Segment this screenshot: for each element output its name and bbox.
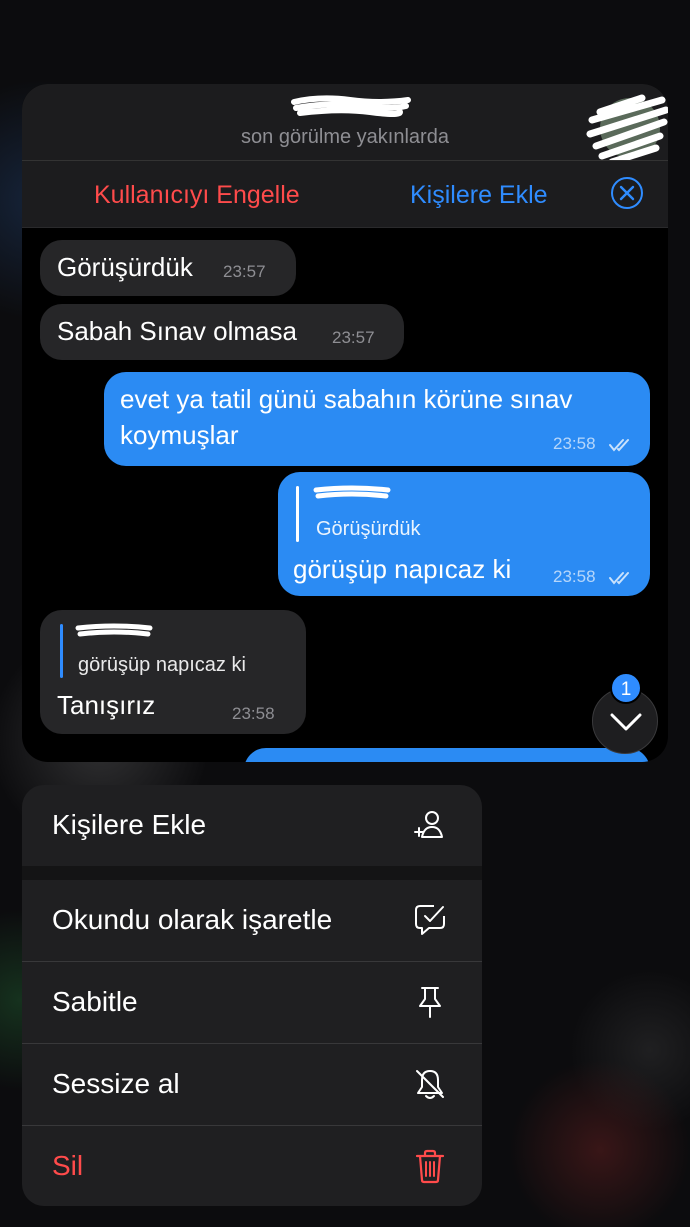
message-text: Sabah Sınav olmasa [57,316,297,346]
menu-item-mute[interactable]: Sessize al [22,1044,482,1125]
redacted-reply-author-scribble [75,623,153,637]
message-time: 23:57 [332,328,375,347]
add-contact-icon [414,811,443,838]
redacted-reply-author-scribble [313,485,391,499]
incoming-reply-message[interactable]: görüşüp napıcaz ki Tanışırız 23:58 [40,610,306,734]
menu-item-label: Sabitle [52,986,138,1017]
close-icon[interactable] [610,176,644,210]
menu-item-add-contact[interactable]: Kişilere Ekle [22,785,482,866]
add-to-contacts-button[interactable]: Kişilere Ekle [410,181,548,210]
read-receipt-icon [609,439,629,452]
contact-action-bar: Kullanıcıyı Engelle Kişilere Ekle [22,160,668,228]
message-list[interactable]: Görüşürdük 23:57 Sabah Sınav olmasa 23:5… [22,228,668,762]
last-seen-status: son görülme yakınlarda [241,126,449,148]
menu-item-label: Kişilere Ekle [52,809,207,840]
menu-item-label: Sil [52,1150,84,1181]
read-receipt-icon [609,572,629,585]
context-menu: Kişilere Ekle Okundu olarak işaretle Sab… [22,785,482,1206]
menu-item-delete[interactable]: Sil [22,1126,482,1206]
message-text: Görüşürdük [57,252,193,282]
mute-icon [416,1070,444,1099]
mark-read-icon [415,905,445,935]
block-user-button[interactable]: Kullanıcıyı Engelle [94,181,300,210]
chat-preview[interactable]: son görülme yakınlarda Kullanıcıyı Engel… [22,84,668,762]
outgoing-message-partial[interactable] [244,748,650,762]
menu-item-label: Sessize al [52,1068,180,1099]
message-text: Tanışırız [57,690,156,720]
reply-quote-bar [60,624,63,678]
incoming-message[interactable]: Sabah Sınav olmasa 23:57 [40,304,404,360]
menu-item-pin[interactable]: Sabitle [22,962,482,1043]
outgoing-message[interactable]: evet ya tatil günü sabahın körüne sınav … [104,372,650,466]
message-time: 23:58 [553,567,596,586]
reply-quote-text: Görüşürdük [316,518,421,540]
message-time: 23:57 [223,262,266,281]
outgoing-reply-message[interactable]: Görüşürdük görüşüp napıcaz ki 23:58 [278,472,650,596]
message-text-line: koymuşlar [120,420,239,450]
unread-count-badge: 1 [610,672,642,704]
pin-icon [419,987,441,1018]
reply-quote-bar [296,486,299,542]
chat-header: son görülme yakınlarda [22,84,668,166]
menu-item-label: Okundu olarak işaretle [52,904,333,935]
incoming-message[interactable]: Görüşürdük 23:57 [40,240,296,296]
message-text: görüşüp napıcaz ki [293,554,512,584]
trash-icon [415,1149,445,1184]
menu-item-mark-read[interactable]: Okundu olarak işaretle [22,880,482,961]
redacted-name-scribble [291,95,411,117]
message-time: 23:58 [553,434,596,453]
avatar[interactable] [582,90,668,166]
menu-group-separator [22,866,482,880]
message-time: 23:58 [232,704,275,723]
reply-quote-text: görüşüp napıcaz ki [78,654,246,676]
message-text-line: evet ya tatil günü sabahın körüne sınav [120,384,573,414]
